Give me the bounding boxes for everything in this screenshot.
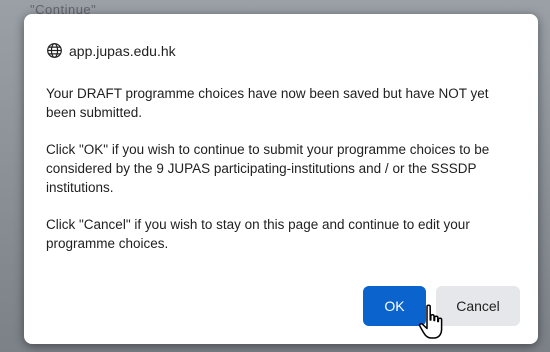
dialog-actions: OK Cancel: [363, 286, 520, 326]
origin-host: app.jupas.edu.hk: [69, 42, 176, 59]
confirm-dialog: app.jupas.edu.hk Your DRAFT programme ch…: [24, 14, 538, 344]
globe-icon: [46, 42, 63, 59]
message-paragraph-ok: Click "OK" if you wish to continue to su…: [46, 142, 490, 195]
dialog-message: Your DRAFT programme choices have now be…: [46, 84, 521, 271]
cancel-button[interactable]: Cancel: [436, 286, 520, 326]
message-paragraph-saved: Your DRAFT programme choices have now be…: [46, 86, 489, 120]
message-paragraph-cancel: Click "Cancel" if you wish to stay on th…: [46, 217, 470, 251]
ok-button[interactable]: OK: [363, 286, 426, 326]
dialog-origin: app.jupas.edu.hk: [46, 42, 176, 59]
